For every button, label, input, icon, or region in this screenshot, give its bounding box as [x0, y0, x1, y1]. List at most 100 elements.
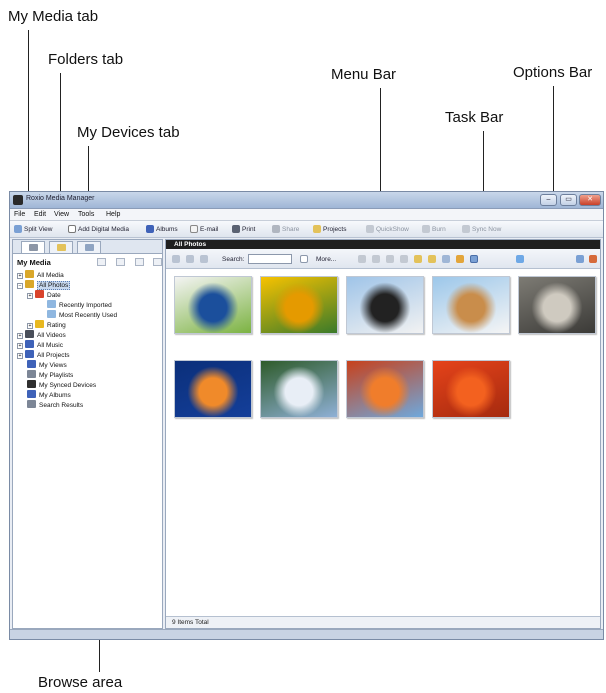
folder-icon: [47, 310, 56, 318]
more-link[interactable]: More...: [316, 256, 336, 263]
quickshow-button[interactable]: QuickShow: [366, 225, 409, 233]
projects-icon: [25, 350, 34, 358]
tree-item-my-synced-devices[interactable]: My Synced Devices: [17, 380, 96, 390]
menu-tools[interactable]: Tools: [78, 211, 94, 218]
expand-toggle-icon[interactable]: +: [17, 333, 23, 339]
window-footer: [10, 629, 603, 639]
clock-icon: [35, 290, 44, 298]
tree-item-label: All Media: [37, 272, 64, 279]
tree-item-recently-imported[interactable]: Recently Imported: [37, 300, 112, 310]
star-icon[interactable]: [414, 255, 422, 263]
share-button[interactable]: Share: [272, 225, 299, 233]
tab-my-devices[interactable]: [77, 241, 101, 253]
albums-button[interactable]: Albums: [146, 225, 178, 233]
tree-item-rating[interactable]: + Rating: [27, 320, 66, 330]
title-bar[interactable]: Roxio Media Manager – ▭ ✕: [10, 192, 603, 209]
tree-tool-button-3[interactable]: [135, 258, 144, 266]
back-icon[interactable]: [172, 255, 180, 263]
option-tool-icon-1[interactable]: [358, 255, 366, 263]
view-icon[interactable]: [576, 255, 584, 263]
chrysanthemum-thumbnail[interactable]: [432, 360, 510, 418]
expand-toggle-icon[interactable]: +: [17, 343, 23, 349]
burn-button[interactable]: Burn: [422, 225, 446, 233]
close-button[interactable]: ✕: [579, 194, 601, 206]
speaker-icon[interactable]: [456, 255, 464, 263]
email-button[interactable]: E-mail: [190, 225, 218, 233]
projects-button[interactable]: Projects: [313, 225, 346, 233]
penguins-thumbnail[interactable]: [346, 276, 424, 334]
expand-toggle-icon[interactable]: +: [17, 273, 23, 279]
tree-item-all-music[interactable]: + All Music: [17, 340, 63, 350]
koala-thumbnail[interactable]: [518, 276, 596, 334]
tree-item-my-albums[interactable]: My Albums: [17, 390, 71, 400]
photos-icon: [25, 280, 34, 288]
hydrangeas-thumbnail[interactable]: [260, 360, 338, 418]
tree-tool-button-2[interactable]: [116, 258, 125, 266]
tree-item-label: My Views: [39, 362, 67, 369]
tree-tool-button-4[interactable]: [153, 258, 162, 266]
expand-toggle-icon[interactable]: +: [27, 293, 33, 299]
search-input[interactable]: [248, 254, 292, 264]
tree-item-all-media[interactable]: + All Media: [17, 270, 64, 280]
menu-file[interactable]: File: [14, 211, 25, 218]
tree-item-date[interactable]: + Date: [27, 290, 61, 300]
projects-label: Projects: [323, 226, 347, 233]
tab-folders[interactable]: [49, 241, 73, 253]
minimize-button[interactable]: –: [540, 194, 557, 206]
task-bar: Split View Add Digital Media Albums E-ma…: [10, 221, 603, 238]
email-icon: [190, 225, 198, 233]
up-icon[interactable]: [200, 255, 208, 263]
menu-view[interactable]: View: [54, 211, 69, 218]
albums-icon: [146, 225, 154, 233]
menu-edit[interactable]: Edit: [34, 211, 46, 218]
albums-label: Albums: [156, 226, 178, 233]
option-tool-icon-3[interactable]: [400, 255, 408, 263]
delete-icon[interactable]: [372, 255, 380, 263]
options-bar: Search: More...: [166, 249, 600, 269]
tree-item-label: Most Recently Used: [59, 312, 118, 319]
split-view-button[interactable]: Split View: [14, 225, 52, 233]
tree-item-all-projects[interactable]: + All Projects: [17, 350, 70, 360]
device-icon: [27, 380, 36, 388]
tree-item-my-views[interactable]: My Views: [17, 360, 67, 370]
option-tool-icon-2[interactable]: [386, 255, 394, 263]
tree-item-search-results[interactable]: Search Results: [17, 400, 83, 410]
tree-item-most-recently-used[interactable]: Most Recently Used: [37, 310, 117, 320]
folder-tool-icon[interactable]: [428, 255, 436, 263]
option-tool-icon-4[interactable]: [442, 255, 450, 263]
screenshot-thumbnail[interactable]: [174, 276, 252, 334]
expand-toggle-icon[interactable]: +: [17, 353, 23, 359]
size-slider-icon[interactable]: [516, 255, 524, 263]
split-view-label: Split View: [24, 226, 53, 233]
expand-toggle-icon[interactable]: +: [27, 323, 33, 329]
menu-help[interactable]: Help: [106, 211, 120, 218]
sync-icon: [462, 225, 470, 233]
tree-item-all-photos[interactable]: − All Photos: [17, 280, 71, 290]
folder-icon: [57, 244, 66, 251]
print-button[interactable]: Print: [232, 225, 255, 233]
search-icon: [27, 400, 36, 408]
tree-item-all-videos[interactable]: + All Videos: [17, 330, 66, 340]
jellyfish-thumbnail[interactable]: [174, 360, 252, 418]
tree-tool-button-1[interactable]: [97, 258, 106, 266]
sync-now-button[interactable]: Sync Now: [462, 225, 501, 233]
burn-icon: [422, 225, 430, 233]
app-icon: [13, 195, 23, 205]
burn-label: Burn: [432, 226, 446, 233]
tree-item-label: Recently Imported: [59, 302, 112, 309]
browse-tabs: [13, 240, 162, 254]
expand-toggle-icon[interactable]: −: [17, 283, 23, 289]
lighthouse-thumbnail[interactable]: [432, 276, 510, 334]
tulips-thumbnail[interactable]: [260, 276, 338, 334]
add-digital-media-button[interactable]: Add Digital Media: [68, 225, 129, 233]
forward-icon[interactable]: [186, 255, 194, 263]
font-icon[interactable]: [589, 255, 597, 263]
search-go-icon[interactable]: [300, 255, 308, 263]
tab-my-media[interactable]: [21, 241, 45, 253]
zoom-icon[interactable]: [470, 255, 478, 263]
tree-item-my-playlists[interactable]: My Playlists: [17, 370, 73, 380]
thumbnail-grid: [166, 270, 600, 609]
desert-thumbnail[interactable]: [346, 360, 424, 418]
playlist-icon: [27, 370, 36, 378]
maximize-button[interactable]: ▭: [560, 194, 577, 206]
